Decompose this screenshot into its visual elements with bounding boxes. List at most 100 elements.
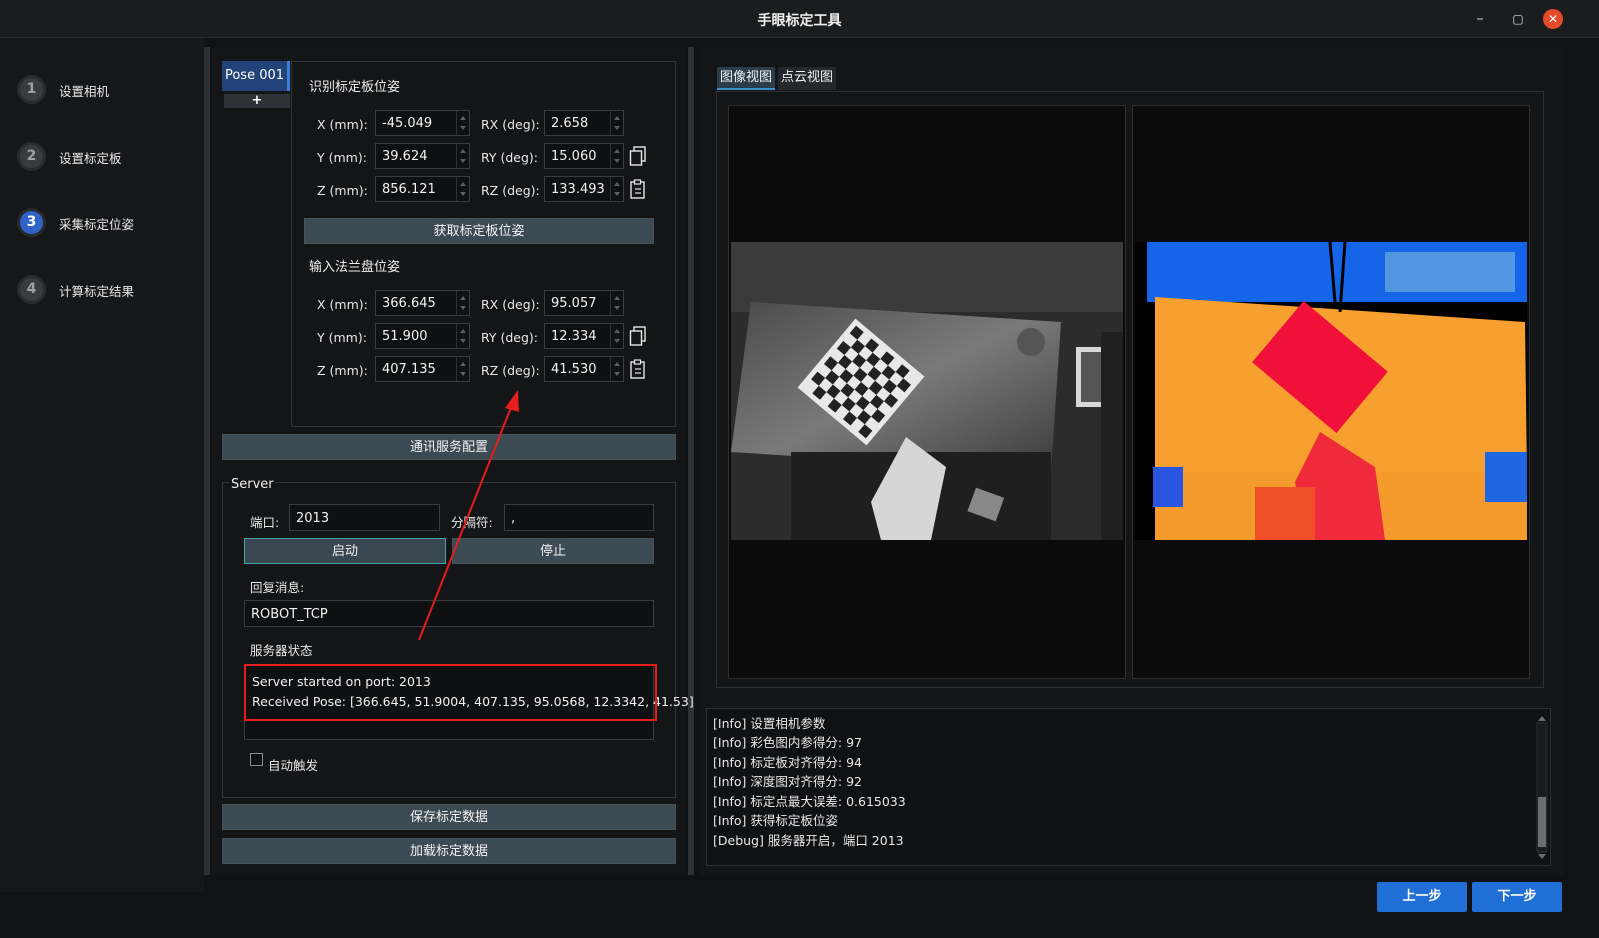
tab-image-view[interactable]: 图像视图 <box>717 67 775 90</box>
flange-y-label: Y (mm): <box>317 330 367 345</box>
flange-x-value: 366.645 <box>382 296 436 311</box>
spin-arrows-icon[interactable] <box>456 357 469 381</box>
minimize-button[interactable]: – <box>1470 9 1490 29</box>
step-number-icon: 1 <box>17 75 46 104</box>
step-compute-result[interactable]: 4 计算标定结果 <box>17 275 197 305</box>
step-number-icon: 4 <box>17 275 46 304</box>
prev-step-button[interactable]: 上一步 <box>1377 882 1467 912</box>
flange-y-spinbox[interactable]: 51.900 <box>375 323 470 349</box>
server-status-label: 服务器状态 <box>250 643 313 658</box>
comm-service-config-button[interactable]: 通讯服务配置 <box>222 434 676 460</box>
board-z-value: 856.121 <box>382 182 436 197</box>
spin-arrows-icon[interactable] <box>456 144 469 168</box>
flange-z-value: 407.135 <box>382 362 436 377</box>
board-ry-label: RY (deg): <box>481 150 539 165</box>
flange-x-spinbox[interactable]: 366.645 <box>375 290 470 316</box>
step-number-icon: 2 <box>17 142 46 171</box>
reply-message-input[interactable]: ROBOT_TCP <box>244 600 654 627</box>
flange-rz-value: 41.530 <box>551 362 597 377</box>
log-line: [Info] 标定点最大误差: 0.615033 <box>713 794 906 809</box>
flange-ry-label: RY (deg): <box>481 330 539 345</box>
board-ry-value: 15.060 <box>551 149 597 164</box>
spin-arrows-icon[interactable] <box>456 111 469 135</box>
spin-arrows-icon[interactable] <box>610 111 623 135</box>
step-label: 采集标定位姿 <box>59 217 135 232</box>
paste-icon[interactable] <box>629 179 647 199</box>
stop-server-button[interactable]: 停止 <box>452 538 654 564</box>
flange-x-label: X (mm): <box>317 297 368 312</box>
flange-z-label: Z (mm): <box>317 363 368 378</box>
port-input[interactable]: 2013 <box>289 504 440 531</box>
copy-icon[interactable] <box>629 146 647 166</box>
board-rx-label: RX (deg): <box>481 117 540 132</box>
log-line: [Debug] 服务器开启，端口 2013 <box>713 833 904 848</box>
flange-ry-spinbox[interactable]: 12.334 <box>544 323 624 349</box>
flange-z-spinbox[interactable]: 407.135 <box>375 356 470 382</box>
paste-icon[interactable] <box>629 359 647 379</box>
flange-rx-value: 95.057 <box>551 296 597 311</box>
server-group-title: Server <box>229 477 276 492</box>
log-line: [Info] 获得标定板位姿 <box>713 813 838 828</box>
pose-tab-001[interactable]: Pose 001 <box>222 61 290 91</box>
highlight-box <box>244 664 657 721</box>
close-button[interactable]: ✕ <box>1543 9 1563 29</box>
board-rx-spinbox[interactable]: 2.658 <box>544 110 624 136</box>
log-scrollbar[interactable] <box>1535 715 1549 860</box>
save-calibration-data-button[interactable]: 保存标定数据 <box>222 804 676 830</box>
board-rz-label: RZ (deg): <box>481 183 540 198</box>
auto-trigger-checkbox[interactable] <box>250 753 263 766</box>
spin-arrows-icon[interactable] <box>456 324 469 348</box>
spin-arrows-icon[interactable] <box>610 357 623 381</box>
spin-arrows-icon[interactable] <box>610 324 623 348</box>
start-server-button[interactable]: 启动 <box>244 538 446 564</box>
flange-pose-title: 输入法兰盘位姿 <box>309 260 401 275</box>
reply-message-value: ROBOT_TCP <box>251 607 328 622</box>
port-label: 端口: <box>250 515 280 530</box>
spin-arrows-icon[interactable] <box>610 291 623 315</box>
spin-arrows-icon[interactable] <box>610 144 623 168</box>
load-calibration-data-button[interactable]: 加载标定数据 <box>222 838 676 864</box>
splitter-right[interactable] <box>688 47 694 875</box>
window-title: 手眼标定工具 <box>757 13 842 29</box>
next-step-button[interactable]: 下一步 <box>1472 882 1562 912</box>
spin-arrows-icon[interactable] <box>610 177 623 201</box>
maximize-button[interactable]: ▢ <box>1508 9 1528 29</box>
board-y-value: 39.624 <box>382 149 428 164</box>
depth-image <box>1135 242 1527 540</box>
separator-value: , <box>511 511 516 526</box>
splitter-left[interactable] <box>204 47 210 875</box>
copy-icon[interactable] <box>629 326 647 346</box>
step-setup-board[interactable]: 2 设置标定板 <box>17 142 197 172</box>
board-rz-spinbox[interactable]: 133.493 <box>544 176 624 202</box>
step-collect-poses[interactable]: 3 采集标定位姿 <box>17 208 197 238</box>
flange-rz-spinbox[interactable]: 41.530 <box>544 356 624 382</box>
spin-arrows-icon[interactable] <box>456 291 469 315</box>
add-pose-button[interactable]: + <box>224 94 290 108</box>
tab-pointcloud-view[interactable]: 点云视图 <box>778 67 836 90</box>
flange-rx-spinbox[interactable]: 95.057 <box>544 290 624 316</box>
log-line: [Info] 设置相机参数 <box>713 716 826 731</box>
board-ry-spinbox[interactable]: 15.060 <box>544 143 624 169</box>
board-x-spinbox[interactable]: -45.049 <box>375 110 470 136</box>
separator-input[interactable]: , <box>504 504 654 531</box>
log-line: [Info] 标定板对齐得分: 94 <box>713 755 862 770</box>
board-rz-value: 133.493 <box>551 182 605 197</box>
flange-ry-value: 12.334 <box>551 329 597 344</box>
step-number-icon: 3 <box>17 208 46 237</box>
title-bar: 手眼标定工具 – ▢ ✕ <box>0 0 1599 38</box>
intensity-image <box>731 242 1123 540</box>
port-value: 2013 <box>296 511 330 526</box>
board-y-label: Y (mm): <box>317 150 367 165</box>
board-pose-title: 识别标定板位姿 <box>309 80 401 95</box>
flange-rz-label: RZ (deg): <box>481 363 540 378</box>
board-z-spinbox[interactable]: 856.121 <box>375 176 470 202</box>
board-y-spinbox[interactable]: 39.624 <box>375 143 470 169</box>
step-setup-camera[interactable]: 1 设置相机 <box>17 75 197 105</box>
board-z-label: Z (mm): <box>317 183 368 198</box>
get-board-pose-button[interactable]: 获取标定板位姿 <box>304 218 654 244</box>
auto-trigger-label: 自动触发 <box>268 758 319 773</box>
step-label: 设置相机 <box>59 84 110 99</box>
log-line: [Info] 深度图对齐得分: 92 <box>713 774 862 789</box>
flange-rx-label: RX (deg): <box>481 297 540 312</box>
spin-arrows-icon[interactable] <box>456 177 469 201</box>
